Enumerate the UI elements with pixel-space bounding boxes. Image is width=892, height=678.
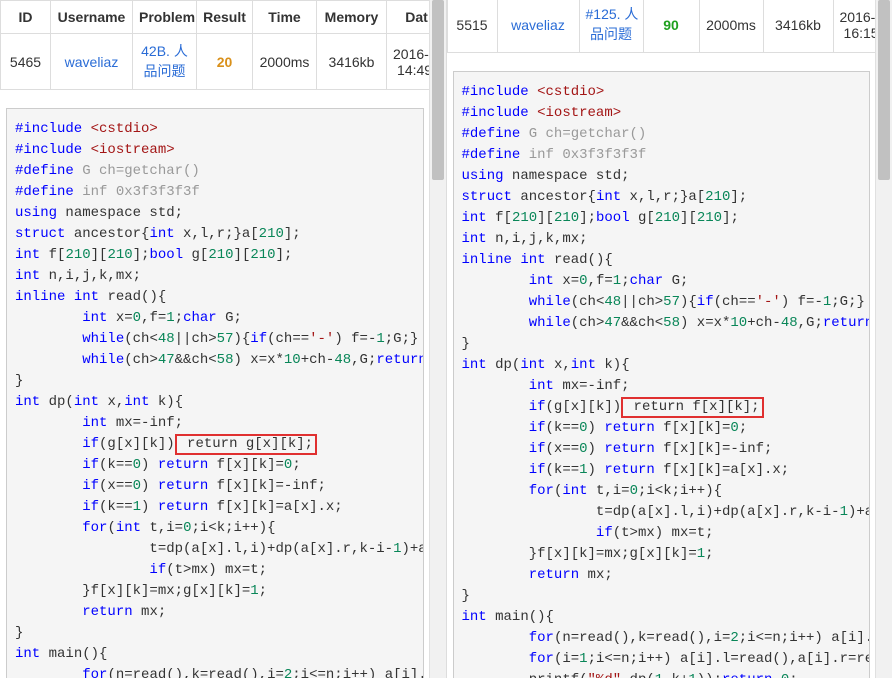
- scrollbar-right[interactable]: [875, 0, 892, 678]
- col-id: ID: [1, 1, 51, 34]
- submission-table-left: ID Username Problem Result Time Memory D…: [0, 0, 430, 90]
- result-score[interactable]: 90: [663, 17, 679, 33]
- cell-id: 5465: [1, 34, 51, 90]
- col-date: Dat: [387, 1, 430, 34]
- code-block-right[interactable]: #include <cstdio> #include <iostream> #d…: [453, 71, 871, 678]
- table-row: 5465 waveliaz 42B. 人品问题 20 2000ms 3416kb…: [1, 34, 430, 90]
- cell-date: 2016-1(16:15:: [833, 0, 876, 53]
- col-username: Username: [51, 1, 133, 34]
- diff-highlight-right: return f[x][k];: [621, 397, 763, 418]
- col-problem: Problem: [133, 1, 197, 34]
- problem-link[interactable]: #125. 人品问题: [586, 6, 639, 42]
- user-link[interactable]: waveliaz: [511, 17, 565, 33]
- col-result: Result: [197, 1, 253, 34]
- cell-memory: 3416kb: [763, 0, 833, 53]
- problem-link[interactable]: 42B. 人品问题: [141, 43, 188, 79]
- cell-result: 90: [643, 0, 699, 53]
- cell-time: 2000ms: [253, 34, 317, 90]
- col-memory: Memory: [317, 1, 387, 34]
- table-row: 5515 waveliaz #125. 人品问题 90 2000ms 3416k…: [447, 0, 876, 53]
- cell-time: 2000ms: [699, 0, 763, 53]
- left-pane: ID Username Problem Result Time Memory D…: [0, 0, 447, 678]
- cell-memory: 3416kb: [317, 34, 387, 90]
- submission-table-right: 5515 waveliaz #125. 人品问题 90 2000ms 3416k…: [447, 0, 877, 53]
- cell-id: 5515: [447, 0, 497, 53]
- col-time: Time: [253, 1, 317, 34]
- cell-result: 20: [197, 34, 253, 90]
- cell-username: waveliaz: [51, 34, 133, 90]
- scrollbar-thumb[interactable]: [432, 0, 444, 180]
- result-score[interactable]: 20: [217, 54, 233, 70]
- diff-highlight-left: return g[x][k];: [175, 434, 317, 455]
- scrollbar-thumb[interactable]: [878, 0, 890, 180]
- diff-view: ID Username Problem Result Time Memory D…: [0, 0, 892, 678]
- cell-date: 2016-1(14:49:: [387, 34, 430, 90]
- cell-problem: 42B. 人品问题: [133, 34, 197, 90]
- right-pane: 5515 waveliaz #125. 人品问题 90 2000ms 3416k…: [447, 0, 892, 678]
- user-link[interactable]: waveliaz: [65, 54, 119, 70]
- cell-username: waveliaz: [497, 0, 579, 53]
- table-header-row: ID Username Problem Result Time Memory D…: [1, 1, 430, 34]
- scrollbar-left[interactable]: [429, 0, 446, 678]
- code-block-left[interactable]: #include <cstdio> #include <iostream> #d…: [6, 108, 424, 678]
- cell-problem: #125. 人品问题: [579, 0, 643, 53]
